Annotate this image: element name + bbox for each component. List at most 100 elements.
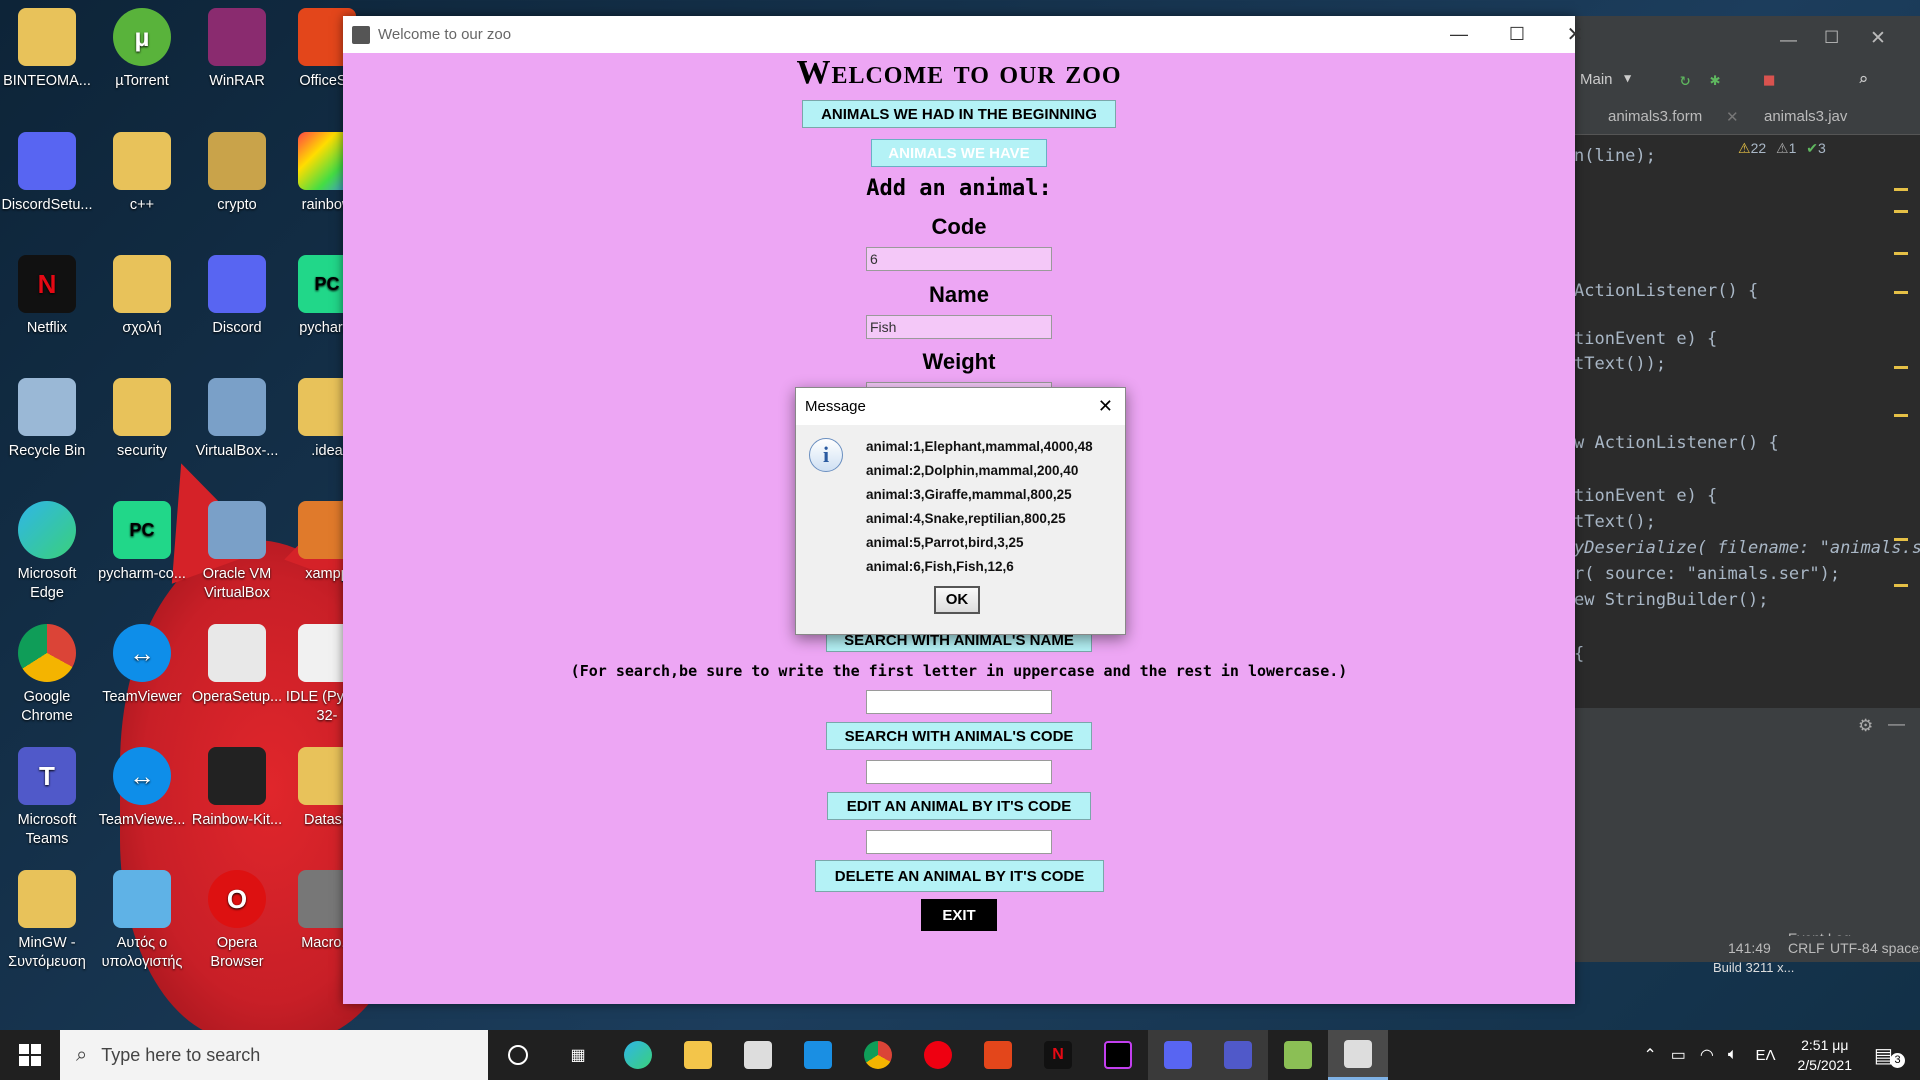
desktop-icon-this-pc[interactable]: Αυτός ο υπολογιστής: [95, 868, 189, 972]
warning-marker[interactable]: [1894, 210, 1908, 213]
taskbar-discord[interactable]: [1148, 1030, 1208, 1080]
animals-we-have-button[interactable]: ANIMALS WE HAVE: [871, 139, 1047, 167]
minimize-icon[interactable]: —: [1780, 30, 1797, 50]
taskbar-notepad[interactable]: [1268, 1030, 1328, 1080]
stop-icon[interactable]: ■: [1764, 70, 1774, 90]
dialog-line: animal:5,Parrot,bird,3,25: [866, 535, 1024, 550]
close-button[interactable]: ✕: [1546, 16, 1604, 53]
close-icon[interactable]: ✕: [1870, 27, 1886, 50]
ide-tool-window: ⚙ — Event Log: [1568, 708, 1920, 962]
warning-marker[interactable]: [1894, 366, 1908, 369]
warning-marker[interactable]: [1894, 188, 1908, 191]
name-input[interactable]: [866, 315, 1052, 339]
page-title: Welcome to our zoo: [796, 54, 1122, 91]
minimize-button[interactable]: —: [1430, 16, 1488, 53]
edit-animal-button[interactable]: EDIT AN ANIMAL BY IT'S CODE: [827, 792, 1091, 820]
desktop-icon-netflix[interactable]: N Netflix: [0, 253, 94, 338]
cursor-position[interactable]: 141:49: [1728, 940, 1771, 956]
cortana-button[interactable]: [488, 1030, 548, 1080]
tab-animals3-java[interactable]: animals3.jav: [1764, 108, 1847, 125]
chevron-up-icon[interactable]: ⌃: [1643, 1045, 1656, 1065]
search-icon[interactable]: ⌕: [1858, 70, 1868, 90]
start-button[interactable]: [0, 1030, 60, 1080]
desktop-icon-virtualbox-setup[interactable]: VirtualBox-...: [190, 376, 284, 461]
run-icon[interactable]: ↻: [1680, 70, 1690, 90]
dialog-line: animal:3,Giraffe,mammal,800,25: [866, 487, 1072, 502]
search-name-input[interactable]: [866, 690, 1052, 714]
desktop-icon-pycharm-community[interactable]: PC pycharm-co...: [95, 499, 189, 584]
taskbar-teams[interactable]: [1208, 1030, 1268, 1080]
code-input[interactable]: [866, 247, 1052, 271]
teams-icon: [1224, 1041, 1252, 1069]
taskbar-search-box[interactable]: ⌕ Type here to search: [60, 1030, 488, 1080]
desktop-icon-cpp[interactable]: c++: [95, 130, 189, 215]
desktop-icon-school[interactable]: σχολή: [95, 253, 189, 338]
taskbar-edge[interactable]: [608, 1030, 668, 1080]
desktop-icon-security[interactable]: security: [95, 376, 189, 461]
warning-marker[interactable]: [1894, 414, 1908, 417]
virtualbox-icon: [208, 501, 266, 559]
desktop-icon-rainbow-kit[interactable]: Rainbow-Kit...: [190, 745, 284, 830]
exit-button[interactable]: EXIT: [921, 899, 997, 931]
desktop-icon-teamviewer[interactable]: ↔ TeamViewer: [95, 622, 189, 707]
battery-icon[interactable]: ▭: [1671, 1045, 1686, 1065]
taskbar-opera[interactable]: [908, 1030, 968, 1080]
task-view-button[interactable]: ▦: [548, 1030, 608, 1080]
desktop-icon-discordsetup[interactable]: DiscordSetu...: [0, 130, 94, 215]
line-separator[interactable]: CRLF: [1788, 940, 1825, 956]
taskbar-netflix[interactable]: N: [1028, 1030, 1088, 1080]
encoding[interactable]: UTF-8: [1830, 940, 1870, 956]
warning-marker[interactable]: [1894, 252, 1908, 255]
warning-marker[interactable]: [1894, 538, 1908, 541]
search-code-input[interactable]: [866, 760, 1052, 784]
name-label: Name: [929, 282, 989, 307]
desktop-icon-discord[interactable]: Discord: [190, 253, 284, 338]
warning-marker[interactable]: [1894, 291, 1908, 294]
desktop-icon-opera-setup[interactable]: OperaSetup...: [190, 622, 284, 707]
language-indicator[interactable]: ΕΛ: [1755, 1047, 1775, 1064]
close-icon[interactable]: ✕: [1098, 388, 1113, 425]
inspection-widget[interactable]: ⚠22 ⚠1 ✔3: [1738, 140, 1826, 157]
close-icon[interactable]: ✕: [1726, 108, 1739, 126]
code-line: w ActionListener() {: [1574, 433, 1779, 453]
taskbar-java-app[interactable]: [1328, 1030, 1388, 1080]
edit-code-input[interactable]: [866, 830, 1052, 854]
desktop-icon-chrome[interactable]: Google Chrome: [0, 622, 94, 726]
desktop-icon-teams[interactable]: T Microsoft Teams: [0, 745, 94, 849]
animals-beginning-button[interactable]: ANIMALS WE HAD IN THE BEGINNING: [802, 100, 1116, 128]
run-config-select[interactable]: Main: [1580, 71, 1613, 88]
ok-button[interactable]: OK: [934, 586, 980, 614]
minimize-icon[interactable]: —: [1888, 714, 1905, 734]
taskbar-store[interactable]: [728, 1030, 788, 1080]
folder-icon: [113, 132, 171, 190]
maximize-button[interactable]: ☐: [1488, 16, 1546, 53]
desktop-icon-teamviewer-2[interactable]: ↔ TeamViewe...: [95, 745, 189, 830]
desktop-icon-edge[interactable]: Microsoft Edge: [0, 499, 94, 603]
desktop-icon-oracle-vm[interactable]: Oracle VM VirtualBox: [190, 499, 284, 603]
taskbar-mail[interactable]: [788, 1030, 848, 1080]
desktop-icon-binteoma[interactable]: BINTEOMA...: [0, 6, 94, 91]
clock[interactable]: 2:51 μμ 2/5/2021: [1798, 1035, 1853, 1075]
search-code-button[interactable]: SEARCH WITH ANIMAL'S CODE: [826, 722, 1092, 750]
debug-icon[interactable]: ✱: [1710, 70, 1720, 90]
desktop-icon-opera[interactable]: O Opera Browser: [190, 868, 284, 972]
volume-icon[interactable]: 🔈︎: [1728, 1046, 1738, 1064]
taskbar-intellij[interactable]: [1088, 1030, 1148, 1080]
desktop-icon-recycle-bin[interactable]: Recycle Bin: [0, 376, 94, 461]
indent-setting[interactable]: 4 spaces: [1870, 940, 1920, 956]
gear-icon[interactable]: ⚙: [1858, 716, 1873, 736]
notifications-button[interactable]: ▤ 3: [1874, 1043, 1914, 1068]
desktop-icon-utorrent[interactable]: µ µTorrent: [95, 6, 189, 91]
desktop-icon-winrar[interactable]: WinRAR: [190, 6, 284, 91]
wifi-icon[interactable]: ◠: [1700, 1045, 1714, 1065]
tab-animals3-form[interactable]: animals3.form: [1608, 108, 1702, 125]
taskbar-explorer[interactable]: [668, 1030, 728, 1080]
desktop-icon-mingw[interactable]: MinGW - Συντόμευση: [0, 868, 94, 972]
maximize-icon[interactable]: ☐: [1824, 28, 1839, 48]
taskbar-chrome[interactable]: [848, 1030, 908, 1080]
taskbar-office[interactable]: [968, 1030, 1028, 1080]
desktop-icon-crypto[interactable]: crypto: [190, 130, 284, 215]
delete-animal-button[interactable]: DELETE AN ANIMAL BY IT'S CODE: [815, 860, 1104, 892]
warning-marker[interactable]: [1894, 584, 1908, 587]
build-label: Build 3211 x...: [1713, 960, 1795, 975]
